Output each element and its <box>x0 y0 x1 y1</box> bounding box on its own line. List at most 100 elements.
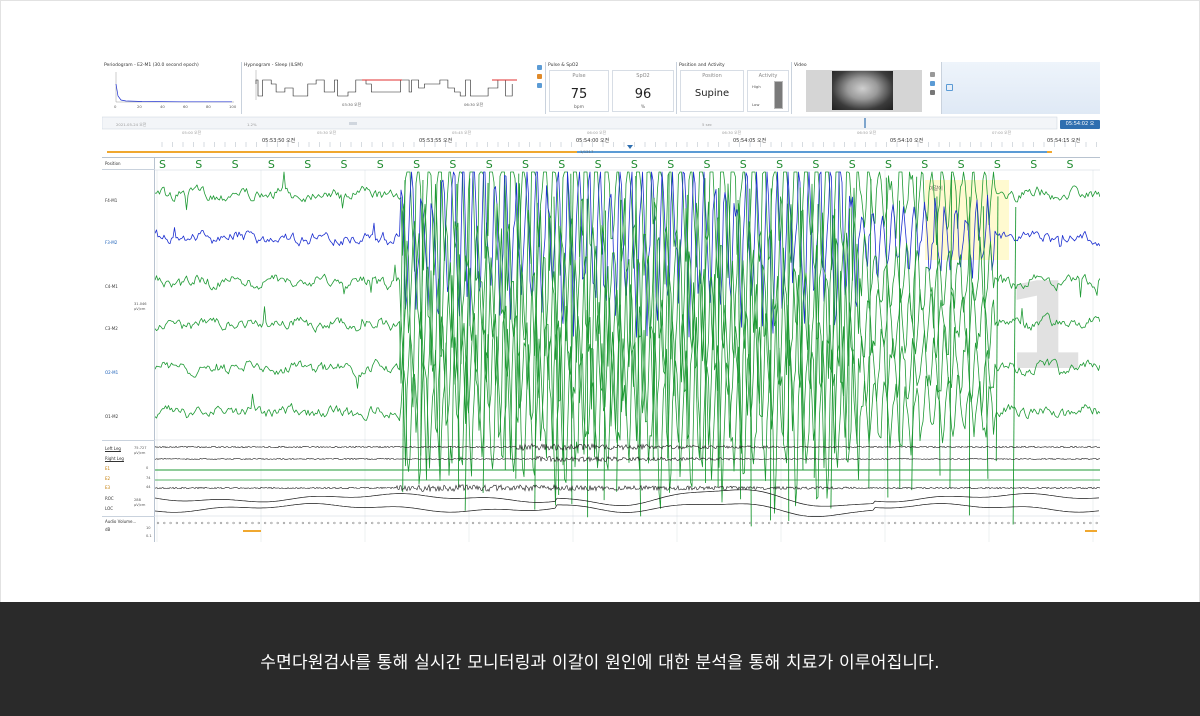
timeline-time-label: 05:54:00 오전 <box>576 138 610 144</box>
audio-marker <box>434 521 437 525</box>
audio-marker <box>868 521 871 525</box>
audio-marker <box>635 521 638 525</box>
timeline-time-label: 05:54:05 오전 <box>733 138 767 144</box>
channel-label-audio[interactable]: Audio Volume... <box>105 519 136 524</box>
artifact-spike <box>770 188 772 521</box>
hypnogram-zoom-icon[interactable] <box>537 74 542 79</box>
periodogram-tick: 60 <box>183 104 188 109</box>
position-marker: S <box>994 158 1001 171</box>
legs-scale-value: 75.727 <box>134 446 147 450</box>
audio-marker <box>774 521 777 525</box>
channel-label-e1[interactable]: E1 <box>105 466 110 471</box>
video-frame[interactable] <box>806 70 922 112</box>
video-volume-icon[interactable] <box>930 81 935 86</box>
audio-marker <box>446 521 449 525</box>
time-cursor-marker <box>627 145 633 149</box>
position-marker: S <box>268 158 275 171</box>
eog-scale-unit: µV/cm <box>134 502 146 507</box>
hypnogram-trace <box>255 79 513 97</box>
audio-scale-1: 10 <box>146 526 151 530</box>
audio-marker <box>1032 521 1035 525</box>
audio-marker <box>723 521 727 525</box>
timeline-time-label: 05:53:50 오전 <box>262 138 296 144</box>
audio-marker <box>963 521 966 525</box>
artifact-spike <box>704 178 707 484</box>
position-marker: S <box>704 158 711 171</box>
artifact-spike <box>787 203 790 521</box>
overview-time-label: 05:00 오전 <box>182 130 202 135</box>
audio-marker <box>421 521 424 525</box>
audio-marker <box>843 521 846 525</box>
audio-marker <box>950 521 953 525</box>
audio-marker <box>925 521 928 525</box>
current-time-button[interactable]: 05:54:02 오 <box>1060 120 1100 129</box>
audio-marker <box>799 521 802 525</box>
channel-label-loc[interactable]: LOC <box>105 506 113 511</box>
channel-label-e3[interactable]: E3 <box>105 485 110 490</box>
position-activity-title: Position and Activity <box>679 63 725 68</box>
position-value: Supine <box>694 88 730 99</box>
video-play-icon[interactable] <box>930 72 935 77</box>
video-settings-icon[interactable] <box>930 90 935 95</box>
divider <box>102 516 155 517</box>
audio-marker <box>396 521 399 525</box>
position-marker: S <box>341 158 348 171</box>
audio-marker <box>509 521 512 525</box>
artifact-spike <box>936 196 941 476</box>
position-marker: S <box>486 158 493 171</box>
channel-label-right-leg[interactable]: Right Leg <box>105 456 124 461</box>
overview-time-label: 06:30 오전 <box>722 130 742 135</box>
audio-marker <box>660 521 664 525</box>
audio-marker <box>730 521 733 525</box>
timeline-track[interactable] <box>102 114 1100 158</box>
audio-marker <box>742 521 745 525</box>
audio-marker <box>1082 521 1086 525</box>
expand-icon[interactable] <box>946 84 953 91</box>
caption-text: 수면다원검사를 통해 실시간 모니터링과 이갈이 원인에 대한 분석을 통해 치… <box>260 653 940 673</box>
timeline-time-label: 05:54:15 오전 <box>1047 138 1081 144</box>
activity-box: Activity High Low <box>747 70 789 112</box>
audio-marker <box>856 521 859 525</box>
audio-marker <box>906 521 909 525</box>
periodogram-tick: 40 <box>160 104 165 109</box>
channel-label-left-leg[interactable]: Left Leg <box>105 446 121 451</box>
channel-label-o1[interactable]: O1-M2 <box>105 414 118 419</box>
audio-marker <box>213 521 216 525</box>
position-activity-panel: Position and Activity Position Supine Ac… <box>677 62 792 114</box>
audio-marker <box>1089 521 1092 525</box>
resp-scale-2: 74 <box>146 476 151 480</box>
channel-label-roc[interactable]: ROC <box>105 496 114 501</box>
channel-label-c3[interactable]: C3-M2 <box>105 326 118 331</box>
position-marker: S <box>885 158 892 171</box>
channel-label-e2[interactable]: E2 <box>105 476 110 481</box>
audio-marker <box>345 521 349 525</box>
audio-marker <box>931 521 934 525</box>
channel-label-f4[interactable]: F4-M1 <box>105 198 117 203</box>
channel-label-position[interactable]: Position <box>105 161 121 166</box>
audio-marker <box>717 521 720 525</box>
audio-marker <box>402 521 405 525</box>
hypnogram-time-1: 03:30 오전 <box>342 102 362 107</box>
audio-marker <box>478 521 481 525</box>
resp-trace-e3 <box>155 483 1100 492</box>
position-marker: S <box>413 158 420 171</box>
channel-label-o2[interactable]: O2-M1 <box>105 370 118 375</box>
audio-marker <box>648 521 651 525</box>
audio-marker <box>912 521 916 525</box>
position-marker: S <box>195 158 202 171</box>
overview-time-label: 05:30 오전 <box>317 130 337 135</box>
hypnogram-settings-icon[interactable] <box>537 65 542 70</box>
hypnogram-tool-icon[interactable] <box>537 83 542 88</box>
audio-marker <box>862 521 865 525</box>
audio-marker <box>887 521 890 525</box>
channel-label-f3[interactable]: F3-M2 <box>105 240 117 245</box>
artifact-spike <box>995 196 999 462</box>
pulse-label: Pulse <box>572 73 586 79</box>
channel-label-c4[interactable]: C4-M1 <box>105 284 118 289</box>
activity-label: Activity <box>758 73 778 79</box>
position-marker: S <box>449 158 456 171</box>
periodogram-tick: 80 <box>206 104 211 109</box>
audio-marker <box>679 521 682 525</box>
waveform-area[interactable]: 이갈이 1 SSSSSSSSSSSSSSSSSSSSSSSSSS <box>155 158 1100 542</box>
position-marker: S <box>921 158 928 171</box>
